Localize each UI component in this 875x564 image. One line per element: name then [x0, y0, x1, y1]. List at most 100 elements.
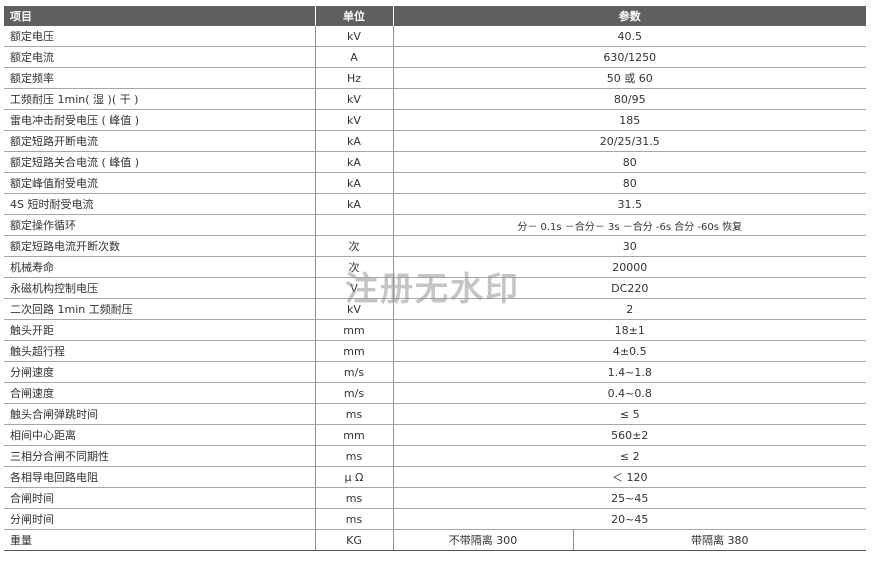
row-item: 分闸速度	[4, 361, 315, 383]
row-unit: m/s	[314, 361, 393, 383]
row-value: 31.5	[392, 193, 866, 215]
row-item: 三相分合闸不同期性	[4, 445, 315, 467]
row-value: ≤ 2	[392, 445, 866, 467]
row-item: 各相导电回路电阻	[4, 466, 315, 488]
table-row: 触头合闸弹跳时间 ms ≤ 5	[4, 403, 866, 425]
header-param: 参数	[392, 6, 866, 26]
row-item: 额定峰值耐受电流	[4, 172, 315, 194]
spec-table: 项目 单位 参数 额定电压 kV 40.5 额定电流 A 630/1250 额定频率 Hz 50…	[4, 6, 866, 551]
row-item: 永磁机构控制电压	[4, 277, 315, 299]
row-unit: ms	[314, 445, 393, 467]
row-value: 80/95	[392, 88, 866, 110]
row-value: 630/1250	[392, 46, 866, 68]
row-item: 触头合闸弹跳时间	[4, 403, 315, 425]
row-item: 分闸时间	[4, 508, 315, 530]
row-unit: kA	[314, 130, 393, 152]
table-row: 分闸时间 ms 20~45	[4, 508, 866, 530]
row-unit: kV	[314, 26, 393, 47]
row-value: 50 或 60	[392, 67, 866, 89]
row-unit: KG	[314, 529, 393, 551]
row-unit: kV	[314, 109, 393, 131]
row-item: 二次回路 1min 工频耐压	[4, 298, 315, 320]
row-value: 25~45	[392, 487, 866, 509]
table-row: 额定电流 A 630/1250	[4, 46, 866, 68]
row-item: 重量	[4, 529, 315, 551]
spec-body: 额定电压 kV 40.5 额定电流 A 630/1250 额定频率 Hz 50 或 60 工频耐压…	[4, 26, 866, 551]
row-unit: A	[314, 46, 393, 68]
row-item: 相间中心距离	[4, 424, 315, 446]
table-row: 触头超行程 mm 4±0.5	[4, 340, 866, 362]
table-row: 相间中心距离 mm 560±2	[4, 424, 866, 446]
table-row: 工频耐压 1min( 湿 )( 干 ) kV 80/95	[4, 88, 866, 110]
header-unit: 单位	[314, 6, 393, 26]
table-row: 额定峰值耐受电流 kA 80	[4, 172, 866, 194]
row-item: 触头超行程	[4, 340, 315, 362]
row-unit: μ Ω	[314, 466, 393, 488]
table-row: 二次回路 1min 工频耐压 kV 2	[4, 298, 866, 320]
row-value-with-isolation: 带隔离 380	[572, 529, 866, 551]
row-item: 额定短路开断电流	[4, 130, 315, 152]
row-item: 工频耐压 1min( 湿 )( 干 )	[4, 88, 315, 110]
row-unit: kA	[314, 193, 393, 215]
row-unit: 次	[314, 235, 393, 257]
row-item: 额定电流	[4, 46, 315, 68]
table-row: 额定操作循环 分－ 0.1s －合分－ 3s －合分 -6s 合分 -60s 恢复	[4, 214, 866, 236]
row-unit: Hz	[314, 67, 393, 89]
row-item: 额定操作循环	[4, 214, 315, 236]
row-value: 30	[392, 235, 866, 257]
row-unit: mm	[314, 319, 393, 341]
table-row: 额定短路电流开断次数次 30	[4, 235, 866, 257]
row-value-without-isolation: 不带隔离 300	[392, 529, 573, 551]
row-unit: ms	[314, 487, 393, 509]
table-row: 4S 短时耐受电流 kA 31.5	[4, 193, 866, 215]
row-item: 触头开距	[4, 319, 315, 341]
row-item: 合闸时间	[4, 487, 315, 509]
row-unit: kA	[314, 151, 393, 173]
row-value: ≤ 5	[392, 403, 866, 425]
table-row: 触头开距 mm 18±1	[4, 319, 866, 341]
table-row-weight: 重量 KG 不带隔离 300 带隔离 380	[4, 529, 866, 551]
header-item: 项目	[4, 6, 315, 26]
row-value: 4±0.5	[392, 340, 866, 362]
row-unit: V	[314, 277, 393, 299]
table-header-row: 项目 单位 参数	[4, 6, 866, 26]
row-value: 20000	[392, 256, 866, 278]
row-unit: mm	[314, 424, 393, 446]
table-row: 机械寿命次 20000	[4, 256, 866, 278]
table-row: 三相分合闸不同期性 ms ≤ 2	[4, 445, 866, 467]
row-unit: mm	[314, 340, 393, 362]
row-value: 18±1	[392, 319, 866, 341]
table-row: 额定频率 Hz 50 或 60	[4, 67, 866, 89]
row-item: 4S 短时耐受电流	[4, 193, 315, 215]
row-value: 0.4~0.8	[392, 382, 866, 404]
table-row: 分闸速度 m/s 1.4~1.8	[4, 361, 866, 383]
table-row: 合闸速度 m/s 0.4~0.8	[4, 382, 866, 404]
row-item: 雷电冲击耐受电压 ( 峰值 )	[4, 109, 315, 131]
table-row: 额定电压 kV 40.5	[4, 26, 866, 47]
row-value: 2	[392, 298, 866, 320]
row-value: 80	[392, 151, 866, 173]
row-value: 20~45	[392, 508, 866, 530]
row-value: DC220	[392, 277, 866, 299]
row-unit: kA	[314, 172, 393, 194]
row-value: ＜ 120	[392, 466, 866, 488]
row-unit: kV	[314, 298, 393, 320]
table-row: 各相导电回路电阻 μ Ω ＜ 120	[4, 466, 866, 488]
row-unit: ms	[314, 508, 393, 530]
table-row: 额定短路开断电流 kA 20/25/31.5	[4, 130, 866, 152]
row-value: 1.4~1.8	[392, 361, 866, 383]
row-value: 80	[392, 172, 866, 194]
table-row: 雷电冲击耐受电压 ( 峰值 ) kV 185	[4, 109, 866, 131]
row-value: 560±2	[392, 424, 866, 446]
table-row: 合闸时间 ms 25~45	[4, 487, 866, 509]
row-value: 185	[392, 109, 866, 131]
row-unit	[314, 214, 393, 236]
row-value: 40.5	[392, 26, 866, 47]
row-item: 额定短路电流开断次数	[4, 235, 315, 257]
row-unit: ms	[314, 403, 393, 425]
table-row: 永磁机构控制电压 V DC220	[4, 277, 866, 299]
row-value: 20/25/31.5	[392, 130, 866, 152]
row-item: 机械寿命	[4, 256, 315, 278]
row-value: 分－ 0.1s －合分－ 3s －合分 -6s 合分 -60s 恢复	[392, 214, 866, 236]
row-unit: m/s	[314, 382, 393, 404]
